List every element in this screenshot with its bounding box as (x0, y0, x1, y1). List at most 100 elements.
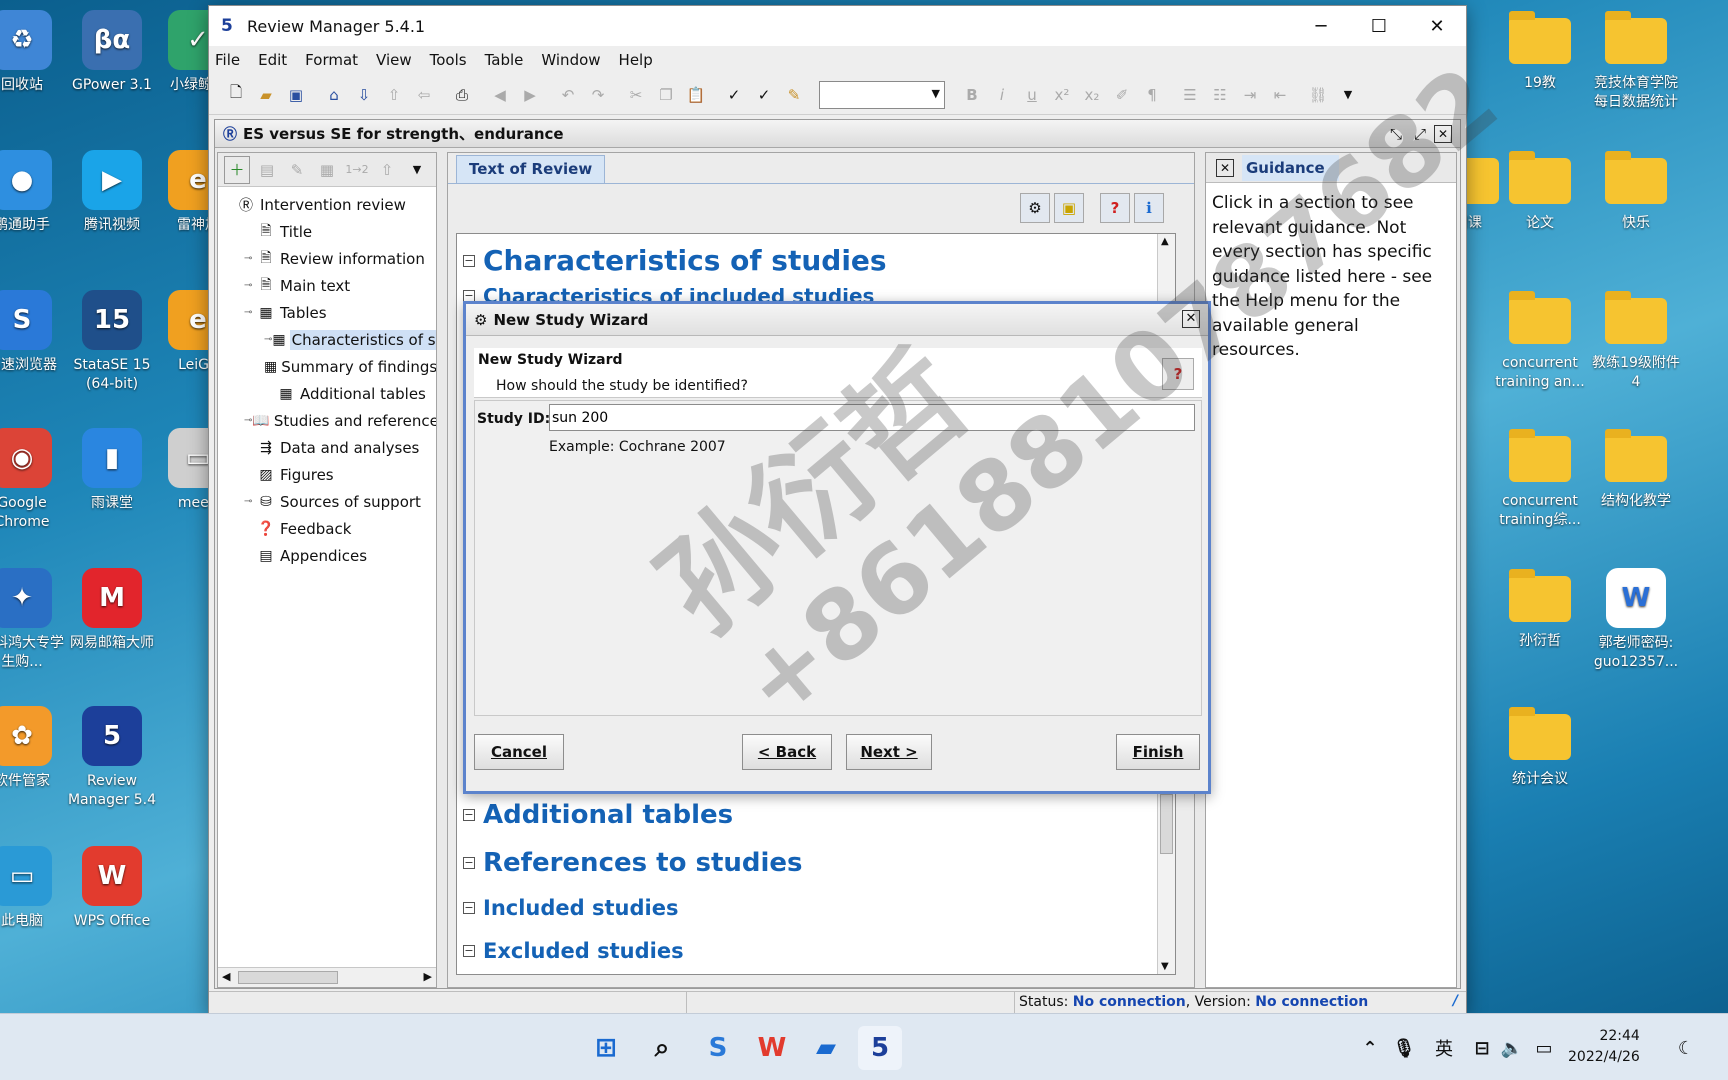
menu-help[interactable]: Help (619, 51, 653, 69)
print-icon[interactable]: ⎙ (449, 81, 475, 109)
desktop-folder-jiegou[interactable]: 结构化教学 (1588, 428, 1684, 511)
section-characteristics-of-studies[interactable]: − Characteristics of studies (463, 244, 887, 277)
more-dropdown-icon[interactable]: ▼ (1335, 81, 1361, 109)
desktop-icon-chrome[interactable]: ◉ Google Chrome (0, 428, 70, 532)
desktop-folder-jingji[interactable]: 竞技体育学院每日数据统计 (1588, 10, 1684, 112)
link-icon[interactable]: ⛓ (1305, 81, 1331, 109)
desktop-folder-kuaile[interactable]: 快乐 (1588, 150, 1684, 233)
minimize-button[interactable]: ─ (1292, 6, 1350, 46)
desktop-folder-lunwen[interactable]: 论文 (1492, 150, 1588, 233)
tree-dropdown-icon[interactable]: ▼ (404, 156, 430, 184)
desktop-icon-pengtong[interactable]: ● 鹏通助手 (0, 150, 70, 235)
search-icon[interactable]: ⌕ (640, 1026, 684, 1070)
tree-item-studies-and-references[interactable]: ⊸ 📖 Studies and references (218, 407, 436, 434)
section-additional-tables[interactable]: − Additional tables (463, 800, 733, 830)
scroll-right-icon[interactable]: ▶ (424, 970, 432, 983)
note-icon[interactable]: ▣ (1054, 193, 1084, 223)
save-icon[interactable]: ▣ (283, 81, 309, 109)
properties-icon[interactable]: ▤ (254, 156, 280, 184)
bullet-list-icon[interactable]: ☰ (1177, 81, 1203, 109)
menu-format[interactable]: Format (305, 51, 358, 69)
move-up-icon[interactable]: ⇧ (374, 156, 400, 184)
photos-taskbar-icon[interactable]: ▰ (804, 1026, 848, 1070)
desktop-folder-jiaolian19[interactable]: 教练19级附件4 (1588, 290, 1684, 392)
tree-item-characteristics-of-stu[interactable]: ⊸ ▦ Characteristics of stu (218, 326, 436, 353)
clipboard-edit-icon[interactable]: ✎ (781, 81, 807, 109)
maximize-button[interactable]: ☐ (1350, 6, 1408, 46)
wps-taskbar-icon[interactable]: W (750, 1026, 794, 1070)
desktop-folder-guo-pw[interactable]: W 郭老师密码: guo12357... (1588, 568, 1684, 672)
menu-tools[interactable]: Tools (430, 51, 467, 69)
superscript-icon[interactable]: x² (1049, 81, 1075, 109)
collapse-icon[interactable]: − (463, 809, 475, 821)
back-button[interactable]: < Back (742, 734, 832, 770)
window-titlebar[interactable]: 5 Review Manager 5.4.1 ─ ☐ ✕ (209, 6, 1466, 46)
numbered-list-icon[interactable]: ☷ (1207, 81, 1233, 109)
wizard-help-icon[interactable]: ? (1162, 358, 1194, 390)
tree-scroll-thumb[interactable] (238, 971, 338, 984)
settings-gear-icon[interactable]: ⚙ (1020, 193, 1050, 223)
scroll-down-icon[interactable]: ▼ (1161, 961, 1169, 972)
dialog-titlebar[interactable]: ⚙ New Study Wizard ✕ (466, 304, 1208, 336)
tree-item-feedback[interactable]: ❓ Feedback (218, 515, 436, 542)
expand-icon[interactable]: ⊸ (244, 253, 256, 264)
collapse-icon[interactable]: − (463, 857, 475, 869)
desktop-icon-yuketang[interactable]: ▮ 雨课堂 (64, 428, 160, 513)
menu-edit[interactable]: Edit (258, 51, 287, 69)
collapse-icon[interactable]: − (463, 945, 475, 957)
tree-item-figures[interactable]: ▨ Figures (218, 461, 436, 488)
finish-button[interactable]: Finish (1116, 734, 1200, 770)
edit-item-icon[interactable]: ✎ (284, 156, 310, 184)
tree-item-review-information[interactable]: ⊸ 🗎 Review information (218, 245, 436, 272)
microphone-icon[interactable]: 🎙 (1382, 1026, 1426, 1070)
desktop-icon-gpower[interactable]: βα GPower 3.1 (64, 10, 160, 95)
clock[interactable]: 22:44 2022/4/26 (1568, 1026, 1640, 1068)
indent-icon[interactable]: ⇥ (1237, 81, 1263, 109)
connection-icon[interactable]: / (1453, 993, 1458, 1009)
send-icon[interactable]: ⇦ (411, 81, 437, 109)
desktop-folder-concurrent2[interactable]: concurrent training综... (1492, 428, 1588, 530)
expand-icon[interactable]: ⊸ (264, 334, 272, 345)
desktop-icon-netease-mail[interactable]: M 网易邮箱大师 (64, 568, 160, 653)
desktop-icon-回收站[interactable]: ♻ 回收站 (0, 10, 70, 95)
desktop-icon-stata[interactable]: 15 StataSE 15 (64-bit) (64, 290, 160, 394)
rename-icon[interactable]: ▦ (314, 156, 340, 184)
desktop-folder-concurrent1[interactable]: concurrent training an... (1492, 290, 1588, 392)
renumber-icon[interactable]: 1→2 (344, 156, 370, 184)
expand-icon[interactable]: ⊸ (244, 415, 252, 426)
tab-text-of-review[interactable]: Text of Review (456, 155, 606, 183)
tree-item-intervention-review[interactable]: Ⓡ Intervention review (218, 191, 436, 218)
expand-icon[interactable]: ⊸ (244, 496, 256, 507)
help-icon[interactable]: ? (1100, 193, 1130, 223)
browser-taskbar-icon[interactable]: S (696, 1026, 740, 1070)
desktop-folder-19jiao[interactable]: 19教 (1492, 10, 1588, 93)
tree-item-summary-of-findings[interactable]: ▦ Summary of findings (218, 353, 436, 380)
tree-item-tables[interactable]: ⊸ ▦ Tables (218, 299, 436, 326)
tab-guidance[interactable]: Guidance (1242, 154, 1339, 181)
collapse-icon[interactable]: − (463, 902, 475, 914)
scroll-left-icon[interactable]: ◀ (222, 970, 230, 983)
revman-taskbar-icon[interactable]: 5 (858, 1026, 902, 1070)
desktop-icon-revman[interactable]: 5 Review Manager 5.4 (64, 706, 160, 810)
next-button[interactable]: Next > (846, 734, 932, 770)
close-guidance-icon[interactable]: ✕ (1216, 158, 1234, 177)
desktop-icon-browser[interactable]: S 高速浏览器 (0, 290, 70, 375)
scroll-up-icon[interactable]: ▲ (1161, 236, 1169, 247)
cancel-button[interactable]: Cancel (474, 734, 564, 770)
focus-assist-icon[interactable]: ☾ (1664, 1026, 1708, 1070)
subscript-icon[interactable]: x₂ (1079, 81, 1105, 109)
desktop-folder-tongji[interactable]: 统计会议 (1492, 706, 1588, 789)
italic-icon[interactable]: i (989, 81, 1015, 109)
menu-window[interactable]: Window (541, 51, 600, 69)
underline-icon[interactable]: u (1019, 81, 1045, 109)
tree-item-main-text[interactable]: ⊸ 🗎 Main text (218, 272, 436, 299)
study-id-input[interactable] (549, 404, 1195, 431)
format-icon[interactable]: ¶ (1139, 81, 1165, 109)
spellcheck-all-icon[interactable]: ✓ (751, 81, 777, 109)
import-icon[interactable]: ⇩ (351, 81, 377, 109)
copy-icon[interactable]: ❐ (653, 81, 679, 109)
menu-table[interactable]: Table (485, 51, 524, 69)
close-button[interactable]: ✕ (1408, 6, 1466, 46)
highlight-icon[interactable]: ✐ (1109, 81, 1135, 109)
desktop-icon-software-mgr[interactable]: ✿ 软件管家 (0, 706, 70, 791)
